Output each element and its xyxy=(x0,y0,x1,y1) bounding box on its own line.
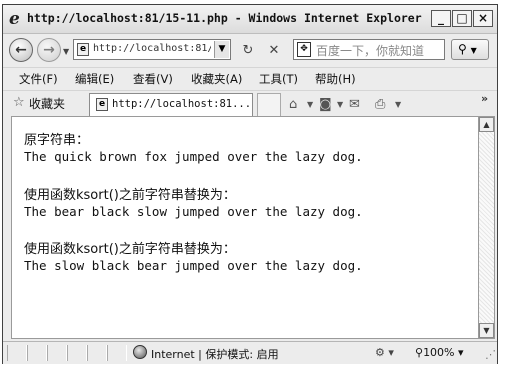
menu-favorites[interactable]: 收藏夹(A) xyxy=(191,71,242,87)
forward-icon[interactable]: → xyxy=(37,38,61,62)
print-dropdown-icon[interactable]: ▼ xyxy=(395,100,401,109)
back-icon[interactable]: ← xyxy=(9,38,33,62)
favorites-button[interactable]: 收藏夹 xyxy=(29,95,65,112)
baidu-icon: ✥ xyxy=(297,42,311,57)
menu-edit[interactable]: 编辑(E) xyxy=(75,71,114,87)
status-bar: Internet | 保护模式: 启用 ⚙ ▾ ⚲100% ▾ ⋰ xyxy=(3,341,497,364)
scroll-down-icon[interactable]: ▼ xyxy=(479,323,494,338)
window-title: http://localhost:81/15-11.php - Windows … xyxy=(27,11,422,25)
print-icon[interactable]: ⎙ xyxy=(375,97,385,112)
feeds-icon[interactable]: ◙ xyxy=(319,97,332,112)
zone-settings-icon[interactable]: ⚙ ▾ xyxy=(375,346,394,359)
vertical-scrollbar[interactable]: ▲ ▼ xyxy=(479,116,495,339)
status-segment xyxy=(47,345,67,361)
feeds-dropdown-icon[interactable]: ▼ xyxy=(337,100,343,109)
paragraph-replaced-2: 使用函数ksort()之前字符串替换为： The slow black bear… xyxy=(24,242,363,274)
globe-icon xyxy=(133,345,147,359)
ie-logo-icon: e xyxy=(9,9,20,29)
page-icon: e xyxy=(96,98,108,111)
search-button[interactable]: ⚲ ▼ xyxy=(451,39,489,60)
tab-title[interactable]: http://localhost:81... xyxy=(112,98,251,110)
search-field[interactable]: ✥ 百度一下，你就知道 xyxy=(293,39,445,60)
maximize-button[interactable]: □ xyxy=(452,10,472,27)
menu-help[interactable]: 帮助(H) xyxy=(315,71,356,87)
close-button[interactable]: × xyxy=(473,10,493,27)
page-icon: e xyxy=(77,43,89,56)
search-icon: ⚲ xyxy=(458,42,467,56)
address-dropdown-icon[interactable]: ▼ xyxy=(214,41,229,58)
chevron-more-icon[interactable]: » xyxy=(481,92,488,105)
paragraph-heading: 原字符串： xyxy=(24,133,90,148)
address-field[interactable]: e http://localhost:81/15-11.php ▼ xyxy=(73,39,231,60)
paragraph-text: The slow black bear jumped over the lazy… xyxy=(24,258,363,273)
paragraph-original: 原字符串： The quick brown fox jumped over th… xyxy=(24,133,363,165)
address-url[interactable]: http://localhost:81/15-11.php xyxy=(93,43,211,54)
status-segment xyxy=(27,345,47,361)
favorites-bar: ☆ 收藏夹 e http://localhost:81... ⌂ ▼ ◙ ▼ ✉… xyxy=(3,90,497,116)
menu-view[interactable]: 查看(V) xyxy=(133,71,173,87)
refresh-icon[interactable]: ↻ xyxy=(239,42,257,60)
search-placeholder[interactable]: 百度一下，你就知道 xyxy=(316,42,424,59)
scroll-up-icon[interactable]: ▲ xyxy=(479,117,494,132)
paragraph-replaced-1: 使用函数ksort()之前字符串替换为： The bear black slow… xyxy=(24,188,363,220)
status-segment xyxy=(107,345,127,361)
menu-tools[interactable]: 工具(T) xyxy=(259,71,298,87)
menu-file[interactable]: 文件(F) xyxy=(19,71,58,87)
read-mail-icon[interactable]: ✉ xyxy=(349,97,360,112)
home-icon[interactable]: ⌂ xyxy=(289,97,297,112)
zoom-control[interactable]: ⚲100% ▾ xyxy=(415,346,464,359)
security-zone[interactable]: Internet | 保护模式: 启用 xyxy=(151,346,279,362)
new-tab-button[interactable] xyxy=(257,93,281,116)
status-segment xyxy=(7,345,27,361)
paragraph-text: The quick brown fox jumped over the lazy… xyxy=(24,149,363,164)
status-segment xyxy=(87,345,107,361)
menu-bar: 文件(F) 编辑(E) 查看(V) 收藏夹(A) 工具(T) 帮助(H) xyxy=(3,67,497,91)
stop-icon[interactable]: ✕ xyxy=(265,42,283,60)
paragraph-text: The bear black slow jumped over the lazy… xyxy=(24,204,363,219)
title-bar: e http://localhost:81/15-11.php - Window… xyxy=(3,5,497,34)
browser-window: e http://localhost:81/15-11.php - Window… xyxy=(2,4,498,364)
resize-grip-icon[interactable]: ⋰ xyxy=(485,348,496,361)
browser-tab[interactable]: e http://localhost:81... xyxy=(89,93,253,116)
zoom-level[interactable]: 100% xyxy=(423,346,454,359)
history-dropdown-icon[interactable]: ▼ xyxy=(63,47,69,56)
address-toolbar: ← → ▼ e http://localhost:81/15-11.php ▼ … xyxy=(3,34,497,66)
star-icon[interactable]: ☆ xyxy=(13,95,25,110)
paragraph-heading: 使用函数ksort()之前字符串替换为： xyxy=(24,242,236,257)
paragraph-heading: 使用函数ksort()之前字符串替换为： xyxy=(24,188,236,203)
page-content: 原字符串： The quick brown fox jumped over th… xyxy=(11,116,479,339)
zoom-icon: ⚲ xyxy=(415,346,424,359)
minimize-button[interactable]: _ xyxy=(431,10,451,27)
home-dropdown-icon[interactable]: ▼ xyxy=(307,100,313,109)
status-segment xyxy=(67,345,87,361)
